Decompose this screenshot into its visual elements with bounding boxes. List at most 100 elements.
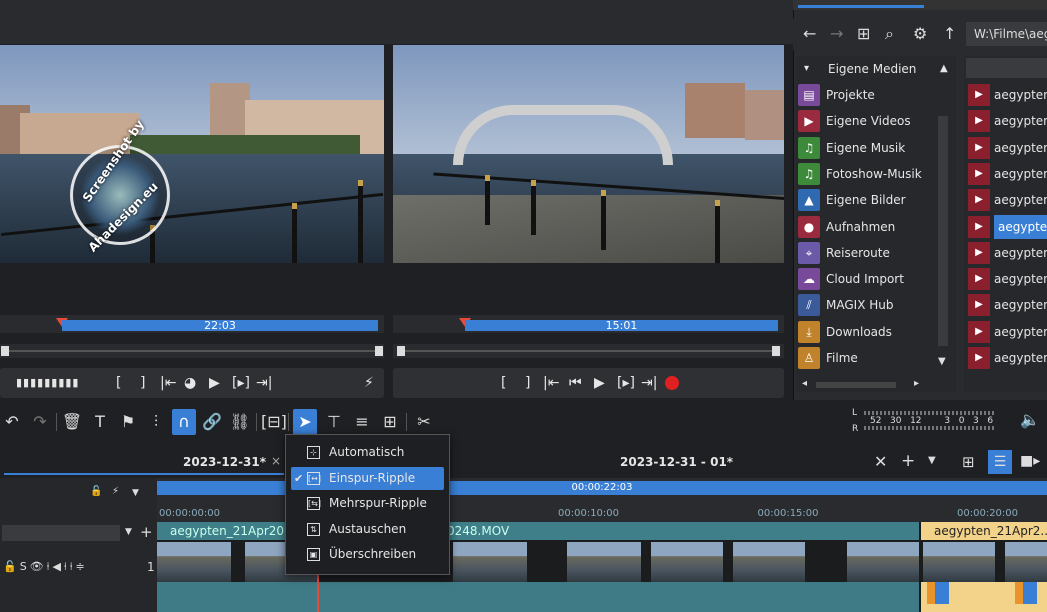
next-frame-icon[interactable]: [▸] (617, 368, 635, 398)
tree-item[interactable]: ⤓ Downloads (798, 320, 938, 344)
source-monitor[interactable]: Screenshot by Ahadesign.eu (0, 45, 384, 263)
go-to-end-icon[interactable]: ⇥| (641, 368, 657, 398)
source-zoom-slider[interactable] (0, 344, 384, 358)
audio-waveform[interactable] (157, 582, 919, 612)
menu-item[interactable]: ✔ [↔] Einspur-Ripple (291, 466, 444, 490)
tab-project-2[interactable]: 2023-12-31 - 01* (620, 448, 733, 476)
close-tab-icon[interactable]: × (271, 454, 281, 468)
file-item[interactable]: ▶aegypten_ (968, 293, 1047, 317)
chevron-down-icon[interactable]: ▼ (928, 455, 936, 466)
scroll-down-icon[interactable]: ▼ (938, 356, 946, 367)
text-icon[interactable]: T (88, 405, 112, 439)
file-item[interactable]: ▶aegypten_ (968, 320, 1047, 344)
file-item[interactable]: ▶aegypten_ (968, 109, 1047, 133)
track-name-field[interactable] (2, 525, 120, 541)
tree-icon[interactable]: ⊞ (857, 18, 870, 50)
file-item[interactable]: ▶aegypten_ (968, 83, 1047, 107)
tree-item[interactable]: ♙ Filme (798, 346, 938, 370)
clip-2-title[interactable]: aegypten_21Apr2... (921, 522, 1047, 540)
file-item[interactable]: ▶aegypten_ (968, 214, 1047, 239)
link-icon[interactable]: 🔗 (200, 405, 224, 439)
tree-item[interactable]: ♫ Fotoshow-Musik (798, 162, 938, 186)
file-item[interactable]: ▶aegypten_ (968, 267, 1047, 291)
menu-item[interactable]: ▣ Überschreiben (291, 543, 444, 566)
tree-item[interactable]: ▤ Projekte (798, 83, 938, 107)
flash-icon[interactable]: ⚡ (364, 368, 374, 398)
add-track-icon[interactable]: + (140, 523, 153, 541)
mixer-icon[interactable]: ⫶ (144, 405, 168, 439)
document-icon: ▤ (798, 84, 820, 106)
path-field[interactable]: W:\Filme\aegyp (966, 22, 1047, 46)
tree-scrollbar[interactable] (938, 116, 948, 346)
lock-icon[interactable]: 🔓 (90, 486, 102, 497)
close-icon[interactable]: ✕ (874, 452, 887, 471)
flag-icon[interactable]: ⚑ (116, 405, 140, 439)
collapse-icon[interactable]: ▲ (940, 57, 948, 81)
file-item[interactable]: ▶aegypten_ (968, 162, 1047, 186)
file-item[interactable]: ▶aegypten_ (968, 136, 1047, 160)
chevron-down-icon[interactable]: ▼ (132, 488, 139, 498)
jog-wheel[interactable]: ▮▮▮▮▮▮▮▮▮ (16, 368, 79, 398)
track-controls[interactable]: 🔓S👁⍿◀⍿⍿≑ (3, 560, 88, 574)
file-item-label: aegypten_ (994, 88, 1047, 102)
tree-item[interactable]: ♫ Eigene Musik (798, 136, 938, 160)
mark-in-button[interactable]: [ (116, 368, 121, 398)
tree-item[interactable]: ● Aufnahmen (798, 215, 938, 239)
up-icon[interactable]: ↑ (943, 18, 956, 50)
tree-item[interactable]: ⫽ MAGIX Hub (798, 293, 938, 317)
fade-handle[interactable] (927, 582, 949, 604)
file-item[interactable]: ▶aegypten_ (968, 346, 1047, 370)
previous-icon[interactable]: ⏮ (569, 368, 582, 398)
file-item[interactable]: ▶aegypten_ (968, 188, 1047, 212)
go-to-start-icon[interactable]: |⇤ (543, 368, 559, 398)
flash-icon[interactable]: ⚡ (112, 486, 119, 497)
pointer-icon[interactable]: ➤ (293, 409, 317, 435)
tab-import-indicator[interactable] (798, 5, 924, 8)
file-item[interactable]: ▶aegypten_ (968, 241, 1047, 265)
program-scrubber[interactable]: 15:01 (393, 315, 784, 333)
unlink-icon[interactable]: ⛓ (228, 405, 252, 439)
forward-icon[interactable]: → (830, 18, 843, 50)
delete-icon[interactable]: 🗑 (60, 405, 84, 439)
chevron-down-icon[interactable]: ▼ (125, 527, 132, 537)
magnet-icon[interactable]: ∩ (172, 409, 196, 435)
redo-icon[interactable]: ↷ (28, 405, 52, 439)
menu-item[interactable]: [⇆] Mehrspur-Ripple (291, 492, 444, 515)
undo-icon[interactable]: ↶ (0, 405, 24, 439)
back-icon[interactable]: ← (803, 18, 816, 50)
scroll-left-icon[interactable]: ◂ (802, 378, 807, 389)
search-icon[interactable]: ⌕ (885, 18, 894, 50)
fade-handle[interactable] (1015, 582, 1037, 604)
mark-out-button[interactable]: ] (140, 368, 145, 398)
tree-item[interactable]: ▶ Eigene Videos (798, 109, 938, 133)
mark-out-button[interactable]: ] (525, 368, 530, 398)
clip-1-title[interactable]: aegypten_21Apr2011_ 0248.MOV (157, 522, 919, 540)
add-tab-icon[interactable]: + (901, 451, 915, 471)
insert-icon[interactable]: [▸] (232, 368, 250, 398)
go-to-out-icon[interactable]: ⇥| (256, 368, 272, 398)
camera-icon[interactable]: ■▸ (1020, 453, 1040, 469)
program-monitor[interactable] (393, 45, 784, 263)
grid-view-icon[interactable]: ⊞ (962, 453, 975, 471)
menu-item[interactable]: ⊹ Automatisch (291, 441, 444, 464)
speaker-icon[interactable]: 🔈 (1020, 410, 1040, 429)
menu-item[interactable]: ⇅ Austauschen (291, 518, 444, 541)
program-zoom-slider[interactable] (393, 344, 784, 358)
record-button[interactable] (665, 376, 679, 390)
tree-item[interactable]: ☁ Cloud Import (798, 267, 938, 291)
tree-item[interactable]: ⌖ Reiseroute (798, 241, 938, 265)
scroll-right-icon[interactable]: ▸ (914, 378, 919, 389)
tab-project-1[interactable]: 2023-12-31* (183, 448, 266, 476)
timeline-view-icon[interactable]: ☰ (988, 450, 1012, 474)
play-button[interactable]: ▶ (594, 368, 605, 398)
tree-header[interactable]: ▾ Eigene Medien ▲ (798, 57, 948, 81)
tree-item[interactable]: ▲ Eigene Bilder (798, 188, 938, 212)
tree-hscrollbar[interactable] (816, 382, 896, 388)
mark-in-button[interactable]: [ (501, 368, 506, 398)
preview-icon[interactable]: ◕ (184, 368, 196, 398)
go-to-in-icon[interactable]: |⇤ (160, 368, 176, 398)
trim-icon[interactable]: [⊟] (261, 405, 287, 439)
source-scrubber[interactable]: 22:03 (0, 315, 384, 333)
play-button[interactable]: ▶ (209, 368, 220, 398)
gear-icon[interactable]: ⚙ (913, 18, 927, 50)
